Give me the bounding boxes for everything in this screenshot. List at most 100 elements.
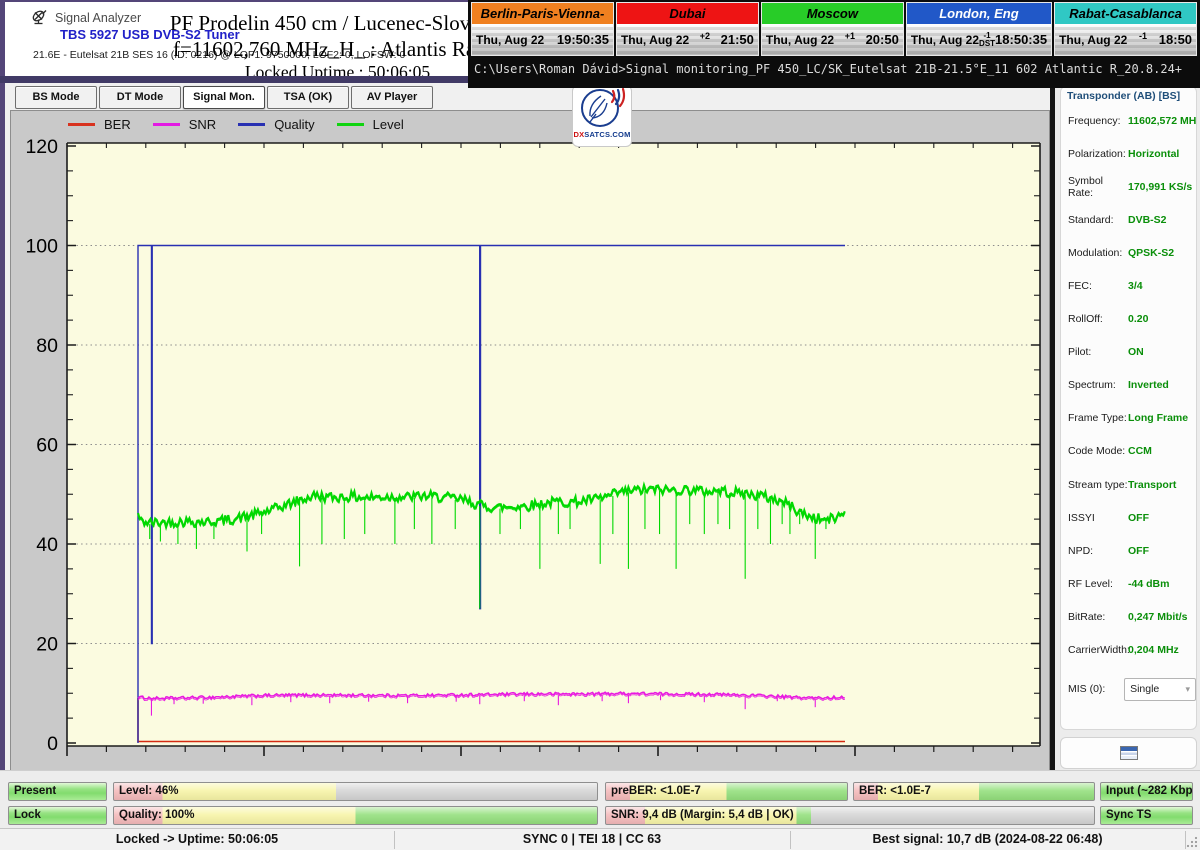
clock-body: Thu, Aug 22-118:50 — [1055, 24, 1196, 55]
transponder-row-label: Polarization: — [1068, 148, 1128, 160]
legend-swatch — [238, 123, 265, 126]
clock-body: Thu, Aug 2219:50:35 — [472, 24, 613, 55]
transponder-sidebar: Transponder (AB) [BS] Frequency:11602,57… — [1055, 83, 1200, 770]
transponder-row-label: Frequency: — [1068, 115, 1128, 127]
svg-text:20: 20 — [36, 634, 58, 656]
clock-rabat-casablanca: Rabat-CasablancaThu, Aug 22-118:50 — [1054, 2, 1197, 56]
legend-item-ber: BER — [68, 117, 131, 132]
legend-item-snr: SNR — [153, 117, 216, 132]
clock-utc-offset: -1DST — [979, 32, 995, 48]
transponder-row: ISSYIOFF — [1061, 501, 1196, 534]
transponder-row-value: 170,991 KS/s — [1128, 181, 1192, 193]
status-gauges-region: Present Level: 46% preBER: <1.0E-7 BER: <1.… — [0, 770, 1200, 828]
tab-bs-mode[interactable]: BS Mode — [15, 86, 97, 109]
transponder-row-value: 0.20 — [1128, 313, 1148, 325]
world-clock-strip: Berlin-Paris-Vienna-RomaThu, Aug 2219:50… — [471, 2, 1197, 56]
gauge-label: Lock — [14, 807, 41, 824]
gauge-ber: BER: <1.0E-7 — [853, 782, 1095, 801]
status-bar: Locked -> Uptime: 50:06:05 SYNC 0 | TEI … — [0, 828, 1200, 850]
antenna-location-title: PF Prodelin 450 cm / Lucenec-Slovakia — [165, 10, 510, 36]
svg-text:0: 0 — [47, 733, 58, 755]
window-title: Signal Analyzer — [55, 11, 141, 25]
gauge-snr: SNR: 9,4 dB (Margin: 5,4 dB | OK) — [605, 806, 1095, 825]
gauge-lock: Lock — [8, 806, 107, 825]
tab-dt-mode[interactable]: DT Mode — [99, 86, 181, 109]
transponder-row: BitRate:0,247 Mbit/s — [1061, 600, 1196, 633]
tab-tsa-ok[interactable]: TSA (OK) — [267, 86, 349, 109]
transponder-row-label: FEC: — [1068, 280, 1128, 292]
transponder-row-value: OFF — [1128, 512, 1149, 524]
transponder-row-value: 3/4 — [1128, 280, 1143, 292]
transponder-row: FEC:3/4 — [1061, 269, 1196, 302]
gauge-preber: preBER: <1.0E-7 — [605, 782, 848, 801]
gauge-present: Present — [8, 782, 107, 801]
transponder-row-label: ISSYI — [1068, 512, 1128, 524]
gauge-label: SNR: 9,4 dB (Margin: 5,4 dB | OK) — [611, 807, 794, 824]
gauge-label: Present — [14, 783, 56, 800]
clock-date: Thu, Aug 22 — [621, 33, 689, 47]
transponder-row: Frequency:11602,572 MHz — [1061, 104, 1196, 137]
clock-date: Thu, Aug 22 — [1059, 33, 1127, 47]
gauge-label: Quality: 100% — [119, 807, 194, 824]
satellite-dish-icon — [31, 9, 48, 26]
statusbar-sync: SYNC 0 | TEI 18 | CC 63 — [394, 829, 790, 850]
clock-city: Rabat-Casablanca — [1055, 3, 1196, 24]
gauge-label: Level: 46% — [119, 783, 178, 800]
transponder-row-label: Modulation: — [1068, 247, 1128, 259]
transponder-row-label: Code Mode: — [1068, 445, 1128, 457]
transponder-row: Polarization:Horizontal — [1061, 137, 1196, 170]
legend-item-quality: Quality — [238, 117, 314, 132]
clock-london-eng: London, EngThu, Aug 22-1DST18:50:35 — [906, 2, 1052, 56]
transponder-row-label: Pilot: — [1068, 346, 1128, 358]
legend-item-level: Level — [337, 117, 404, 132]
tab-signal-mon[interactable]: Signal Mon. — [183, 86, 265, 109]
transponder-row: Stream type:Transport — [1061, 468, 1196, 501]
statusbar-best-signal: Best signal: 10,7 dB (2024-08-22 06:48) — [790, 829, 1185, 850]
transponder-row-value: Inverted — [1128, 379, 1169, 391]
terminal-window[interactable]: Berlin-Paris-Vienna-RomaThu, Aug 2219:50… — [468, 0, 1200, 88]
transponder-row-label: Standard: — [1068, 214, 1128, 226]
signal-history-chart: 020406080100120 — [12, 134, 1048, 764]
frequency-title: f=11602,760 MHz_H_ : Atlantis Radio — [165, 36, 510, 62]
gauge-input-282-kbps: Input (~282 Kbps) — [1100, 782, 1193, 801]
chart-legend: BER SNR Quality Level — [68, 115, 426, 133]
transponder-row-label: Stream type: — [1068, 479, 1128, 491]
statusbar-uptime: Locked -> Uptime: 50:06:05 — [0, 829, 394, 850]
legend-swatch — [153, 123, 180, 126]
mis-select[interactable]: Single ▾ — [1124, 678, 1196, 701]
transponder-info-card: Transponder (AB) [BS] Frequency:11602,57… — [1060, 86, 1197, 730]
transponder-row-label: Spectrum: — [1068, 379, 1128, 391]
legend-label: SNR — [189, 117, 216, 132]
clock-utc-offset: +1 — [845, 31, 855, 41]
clock-body: Thu, Aug 22+120:50 — [762, 24, 903, 55]
transponder-row-label: CarrierWidth: — [1068, 644, 1128, 656]
resize-grip[interactable] — [1185, 835, 1198, 848]
clock-body: Thu, Aug 22+221:50 — [617, 24, 758, 55]
tab-av-player[interactable]: AV Player — [351, 86, 433, 109]
transponder-row: Frame Type:Long Frame — [1061, 402, 1196, 435]
clock-date: Thu, Aug 22 — [766, 33, 834, 47]
clock-date: Thu, Aug 22 — [911, 33, 979, 47]
transponder-row-value: Horizontal — [1128, 148, 1179, 160]
clock-city: Dubai — [617, 3, 758, 24]
transponder-row: Symbol Rate:170,991 KS/s — [1061, 170, 1196, 203]
terminal-command-line: C:\Users\Roman Dávid>Signal monitoring_P… — [474, 62, 1182, 76]
transponder-row: RollOff:0.20 — [1061, 303, 1196, 336]
transponder-row-value: 0,204 MHz — [1128, 644, 1179, 656]
transponder-row: Pilot:ON — [1061, 336, 1196, 369]
gauge-label: Input (~282 Kbps) — [1106, 783, 1193, 800]
transponder-row-label: NPD: — [1068, 545, 1128, 557]
ts-tool-button[interactable] — [1060, 737, 1197, 769]
legend-label: Quality — [274, 117, 314, 132]
transponder-row: CarrierWidth:0,204 MHz — [1061, 634, 1196, 667]
transponder-row-value: 11602,572 MHz — [1128, 115, 1197, 127]
transponder-row-label: RollOff: — [1068, 313, 1128, 325]
mis-selected-value: Single — [1130, 683, 1159, 695]
signal-analyzer-window: Signal Analyzer TBS 5927 USB DVB-S2 Tune… — [0, 0, 1200, 850]
header-center: PF Prodelin 450 cm / Lucenec-Slovakia f=… — [165, 10, 510, 83]
clock-city: Berlin-Paris-Vienna-Roma — [472, 3, 613, 24]
gauge-level: Level: 46% — [113, 782, 598, 801]
mis-label: MIS (0): — [1068, 683, 1124, 695]
transponder-row-value: -44 dBm — [1128, 578, 1169, 590]
gauge-sync-ts: Sync TS — [1100, 806, 1193, 825]
